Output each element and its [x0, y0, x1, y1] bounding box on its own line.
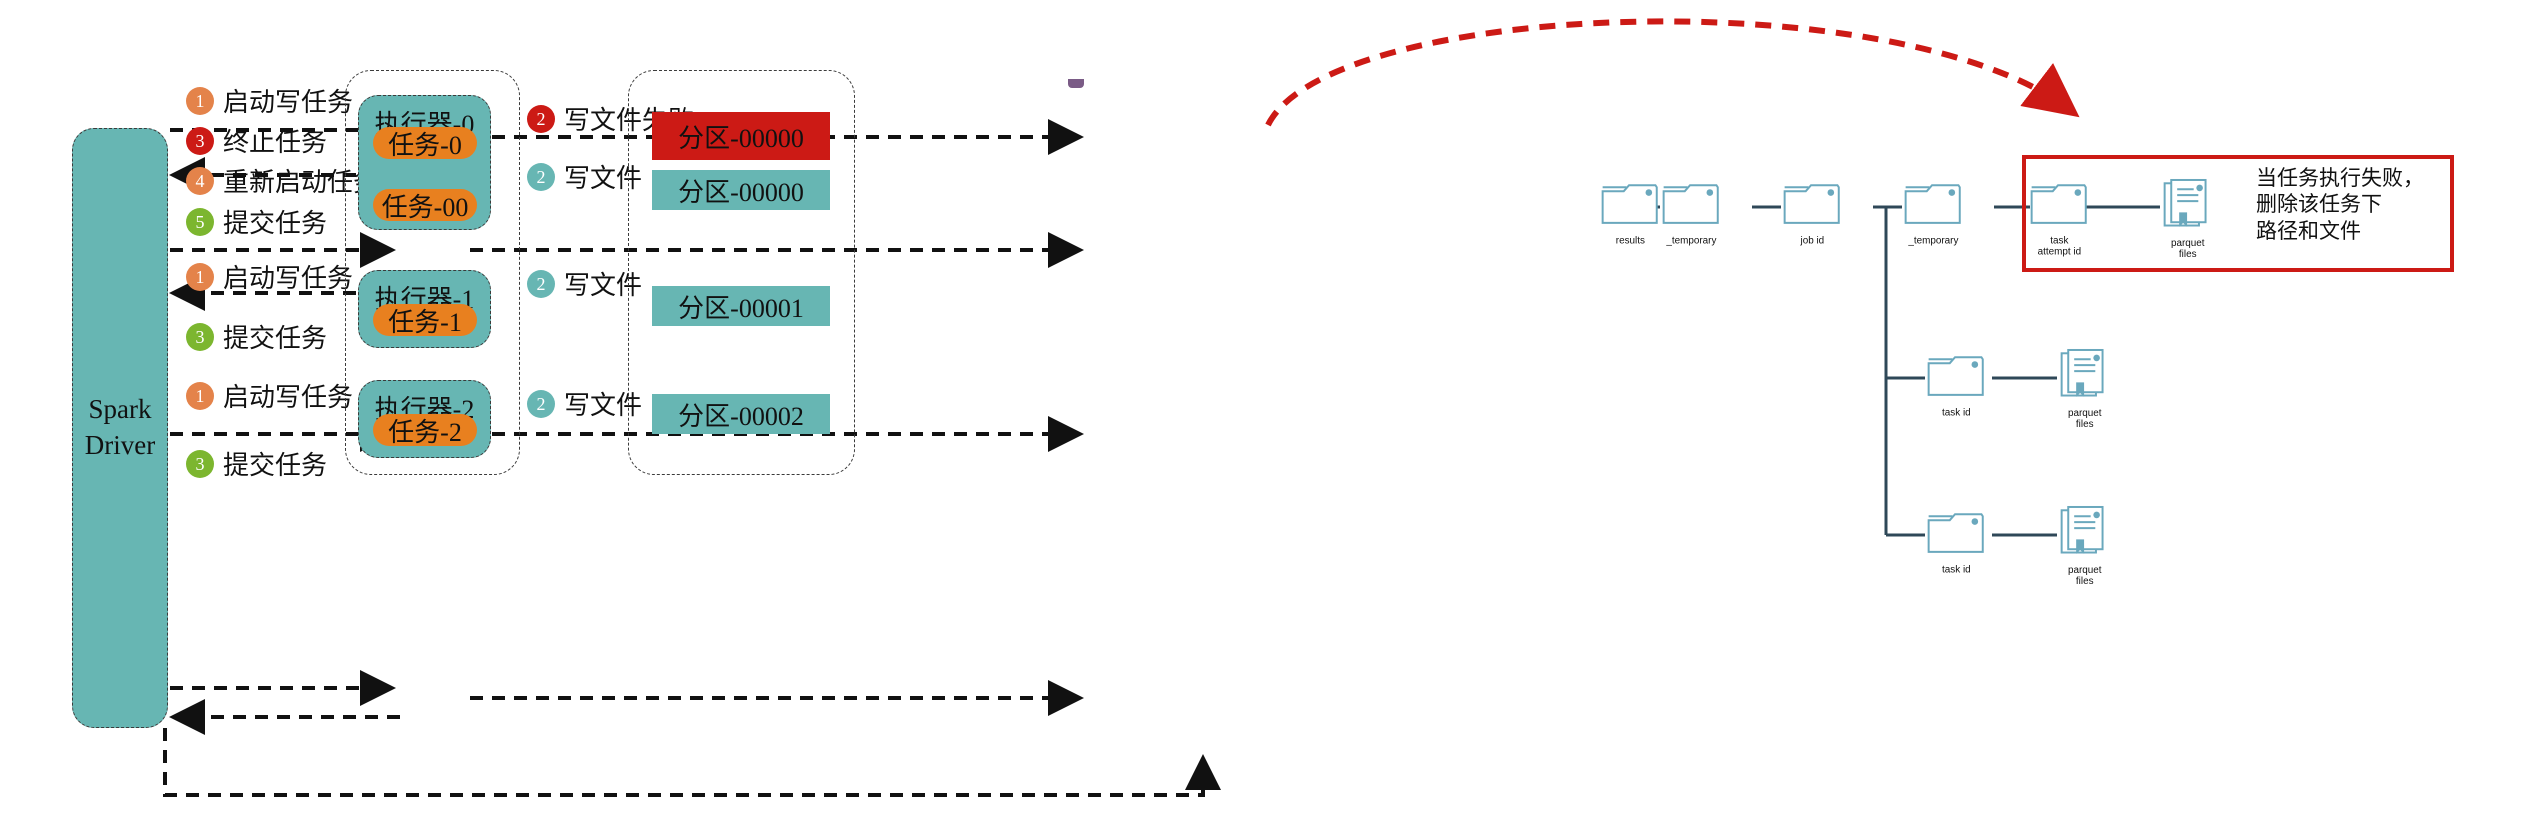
tree-node-caption: results: [1615, 234, 1645, 246]
tree-node-task-attempt-id[interactable]: task attempt id: [2029, 178, 2090, 258]
tree-node-task-id-2[interactable]: task id: [1926, 507, 1987, 575]
executor-2-box[interactable]: 执行器-2 任务-2: [358, 380, 491, 458]
write-step-bullet: 2: [527, 162, 555, 191]
tree-node-parquet-files-2[interactable]: parquet files: [2059, 505, 2110, 587]
step-start-write-task-2: 1 启动写任务: [186, 377, 353, 414]
tree-node-caption: task attempt id: [2037, 234, 2082, 258]
task-2-pill[interactable]: 任务-2: [373, 414, 477, 447]
partition-group-container-lower: [628, 300, 855, 475]
partition-00001[interactable]: 分区-00001: [652, 286, 830, 326]
tree-node-temporary-2[interactable]: _temporary: [1903, 178, 1964, 246]
task-label: 任务-0: [388, 130, 462, 160]
tree-node-caption: parquet files: [2067, 564, 2102, 588]
task-label: 任务-1: [388, 307, 462, 337]
write-step-bullet: 2: [527, 104, 555, 133]
write-step-write-file-1: 2 写文件: [527, 158, 642, 195]
file-icon: [2060, 348, 2104, 397]
tree-node-caption: task id: [1942, 406, 1971, 418]
executor-1-box[interactable]: 执行器-1 任务-1: [358, 270, 491, 348]
task-0-pill[interactable]: 任务-0: [373, 127, 477, 160]
tree-node-job-id[interactable]: job id: [1782, 178, 1843, 246]
tree-node-caption: _temporary: [1908, 234, 1959, 246]
file-icon: [2163, 178, 2207, 227]
folder-icon: [1927, 356, 1984, 396]
partition-00002[interactable]: 分区-00002: [652, 394, 830, 434]
step-label: 启动写任务: [223, 264, 354, 293]
file-icon: [2060, 505, 2104, 554]
tree-node-caption: parquet files: [2067, 407, 2102, 431]
diagram-canvas: Spark Driver 1 启动写任务 3 终止任务 4 重新启动任务 5 提…: [0, 0, 2522, 820]
tree-node-task-id-1[interactable]: task id: [1926, 350, 1987, 418]
tree-node-caption: _temporary: [1666, 234, 1717, 246]
folder-icon: [1783, 184, 1840, 224]
step-label: 启动写任务: [223, 383, 354, 412]
write-step-write-file-3: 2 写文件: [527, 385, 642, 422]
folder-icon: [1927, 513, 1984, 553]
folder-icon: [1601, 184, 1658, 224]
driver-line-2: Driver: [84, 430, 156, 460]
step-bullet: 3: [186, 126, 214, 155]
step-bullet: 1: [186, 262, 214, 291]
step-bullet: 4: [186, 166, 214, 195]
spark-driver-label: Spark Driver: [85, 392, 155, 463]
step-bullet: 5: [186, 207, 214, 236]
partition-label: 分区-00001: [678, 293, 804, 323]
partition-label: 分区-00000: [678, 123, 804, 153]
folder-icon: [1662, 184, 1719, 224]
partition-00000-retry[interactable]: 分区-00000: [652, 170, 830, 210]
step-label: 提交任务: [223, 209, 328, 238]
tree-node-parquet-files-0[interactable]: parquet files: [2162, 178, 2213, 260]
step-label: 终止任务: [223, 128, 328, 157]
step-commit-task-00: 5 提交任务: [186, 203, 327, 240]
tree-node-parquet-files-1[interactable]: parquet files: [2059, 348, 2110, 430]
step-start-write-task-1: 1 启动写任务: [186, 258, 353, 295]
driver-line-1: Spark: [88, 394, 152, 425]
step-label: 提交任务: [223, 324, 328, 353]
executor-0-box[interactable]: 执行器-0 任务-0 任务-00: [358, 95, 491, 230]
step-label: 提交任务: [223, 451, 328, 480]
task-label: 任务-2: [388, 417, 462, 447]
spark-driver-box[interactable]: Spark Driver: [72, 128, 168, 728]
folder-icon: [2030, 184, 2087, 224]
step-start-write-task-0: 1 启动写任务: [186, 82, 353, 119]
step-bullet: 3: [186, 322, 214, 351]
partition-label: 分区-00002: [678, 401, 804, 431]
tree-node-results[interactable]: results: [1600, 178, 1661, 246]
tree-node-caption: job id: [1800, 234, 1825, 246]
write-step-bullet: 2: [527, 389, 555, 418]
write-step-bullet: 2: [527, 269, 555, 298]
failure-cleanup-annotation: 当任务执行失败， 删除该任务下 路径和文件: [2256, 166, 2424, 243]
step-bullet: 1: [186, 86, 214, 115]
decorative-chip: [1068, 79, 1084, 88]
tree-node-caption: parquet files: [2170, 237, 2205, 261]
partition-00000-failed[interactable]: 分区-00000: [652, 112, 830, 160]
step-bullet: 3: [186, 449, 214, 478]
task-00-pill[interactable]: 任务-00: [373, 189, 477, 222]
partition-label: 分区-00000: [678, 177, 804, 207]
tree-node-temporary-1[interactable]: _temporary: [1661, 178, 1722, 246]
step-kill-task: 3 终止任务: [186, 122, 327, 159]
task-1-pill[interactable]: 任务-1: [373, 304, 477, 337]
folder-icon: [1904, 184, 1961, 224]
tree-node-caption: task id: [1942, 563, 1971, 575]
step-commit-task-1: 3 提交任务: [186, 318, 327, 355]
task-label: 任务-00: [381, 192, 469, 222]
write-step-write-file-2: 2 写文件: [527, 265, 642, 302]
step-commit-task-2: 3 提交任务: [186, 445, 327, 482]
step-label: 启动写任务: [223, 88, 354, 117]
step-bullet: 1: [186, 381, 214, 410]
